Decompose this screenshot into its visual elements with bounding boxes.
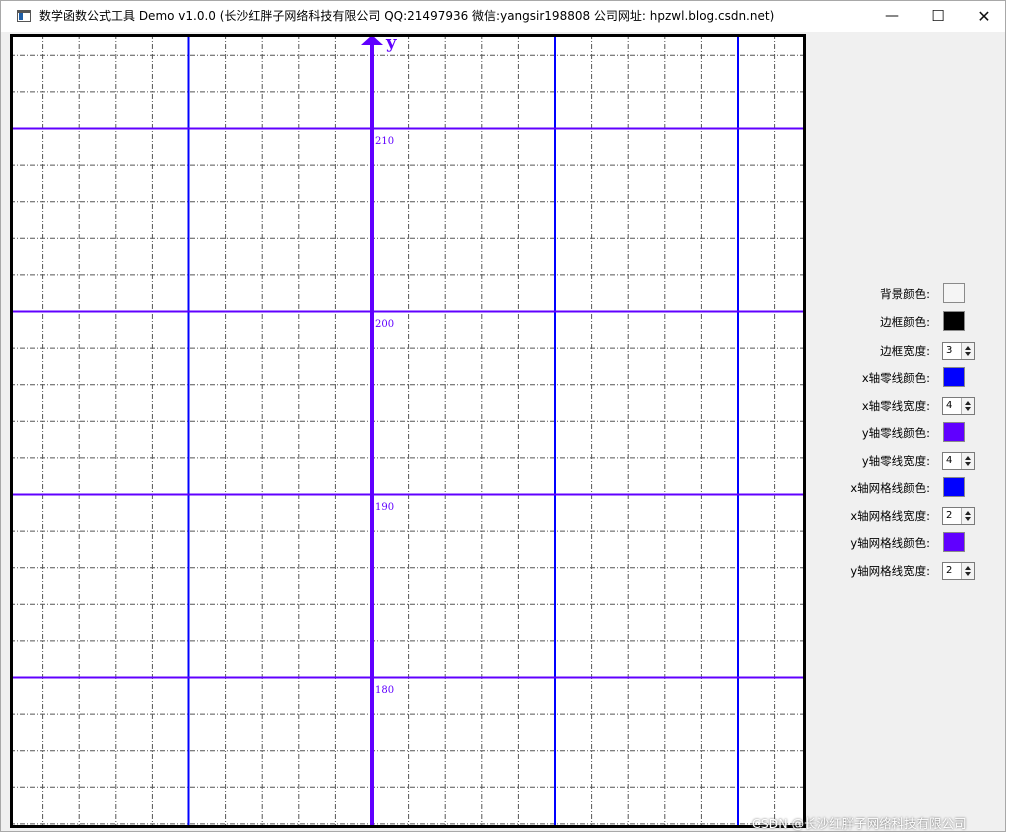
y-tick-label: 200 [375, 319, 394, 330]
y-tick-label: 190 [375, 502, 394, 513]
y-zero-width-value[interactable]: 4 [946, 453, 952, 469]
x-grid-width-value[interactable]: 2 [946, 508, 952, 524]
x-grid-color-label: x轴网格线颜色: [850, 481, 930, 495]
border-width-label: 边框宽度: [880, 344, 930, 358]
spin-arrows[interactable] [961, 453, 974, 469]
spin-down-icon[interactable] [965, 352, 971, 356]
spin-up-icon[interactable] [965, 401, 971, 405]
spin-arrows[interactable] [961, 563, 974, 579]
spin-down-icon[interactable] [965, 407, 971, 411]
y-zero-color-row: y轴零线颜色: [821, 422, 1001, 444]
app-window: 数学函数公式工具 Demo v1.0.0 (长沙红胖子网络科技有限公司 QQ:2… [0, 0, 1006, 832]
y-zero-width-spinbox[interactable]: 4 [942, 452, 975, 470]
watermark: CSDN @长沙红胖子网络科技有限公司 [752, 816, 967, 831]
border-width-spinbox[interactable]: 3 [942, 342, 975, 360]
spin-up-icon[interactable] [965, 346, 971, 350]
x-zero-color-button[interactable] [943, 367, 965, 387]
y-zero-width-row: y轴零线宽度: 4 [821, 450, 1001, 472]
spin-down-icon[interactable] [965, 517, 971, 521]
background-color-label: 背景颜色: [880, 287, 930, 301]
x-zero-width-row: x轴零线宽度: 4 [821, 395, 1001, 417]
spin-down-icon[interactable] [965, 462, 971, 466]
spin-down-icon[interactable] [965, 572, 971, 576]
x-zero-width-value[interactable]: 4 [946, 398, 952, 414]
spin-up-icon[interactable] [965, 566, 971, 570]
maximize-button[interactable]: ☐ [915, 1, 961, 32]
x-grid-color-button[interactable] [943, 477, 965, 497]
y-grid-width-value[interactable]: 2 [946, 563, 952, 579]
x-zero-width-spinbox[interactable]: 4 [942, 397, 975, 415]
plot-background [10, 34, 806, 828]
x-grid-width-spinbox[interactable]: 2 [942, 507, 975, 525]
title-bar[interactable]: 数学函数公式工具 Demo v1.0.0 (长沙红胖子网络科技有限公司 QQ:2… [1, 1, 1005, 32]
spin-up-icon[interactable] [965, 511, 971, 515]
y-grid-color-button[interactable] [943, 532, 965, 552]
x-zero-color-row: x轴零线颜色: [821, 367, 1001, 389]
x-zero-color-label: x轴零线颜色: [861, 371, 930, 385]
border-width-value[interactable]: 3 [946, 343, 952, 359]
border-color-label: 边框颜色: [880, 315, 930, 329]
x-zero-width-label: x轴零线宽度: [861, 399, 930, 413]
y-grid-width-row: y轴网格线宽度: 2 [821, 560, 1001, 582]
app-window-icon [17, 10, 31, 22]
y-grid-color-row: y轴网格线颜色: [821, 532, 1001, 554]
background-color-row: 背景颜色: [821, 283, 1001, 305]
y-zero-color-button[interactable] [943, 422, 965, 442]
spin-up-icon[interactable] [965, 456, 971, 460]
function-plot-canvas[interactable]: y 210 200 190 180 [10, 34, 806, 828]
border-color-button[interactable] [943, 311, 965, 331]
minimize-button[interactable]: — [869, 1, 915, 32]
border-width-row: 边框宽度: 3 [821, 340, 1001, 362]
x-grid-width-row: x轴网格线宽度: 2 [821, 505, 1001, 527]
x-grid-color-row: x轴网格线颜色: [821, 477, 1001, 499]
x-grid-width-label: x轴网格线宽度: [850, 509, 930, 523]
y-grid-width-spinbox[interactable]: 2 [942, 562, 975, 580]
y-tick-label: 180 [375, 685, 394, 696]
y-grid-color-label: y轴网格线颜色: [850, 536, 930, 550]
spin-arrows[interactable] [961, 398, 974, 414]
y-zero-color-label: y轴零线颜色: [861, 426, 930, 440]
background-color-button[interactable] [943, 283, 965, 303]
spin-arrows[interactable] [961, 343, 974, 359]
y-zero-width-label: y轴零线宽度: [861, 454, 930, 468]
close-button[interactable]: ✕ [961, 1, 1007, 32]
y-grid-width-label: y轴网格线宽度: [850, 564, 930, 578]
border-color-row: 边框颜色: [821, 311, 1001, 333]
spin-arrows[interactable] [961, 508, 974, 524]
y-tick-label: 210 [375, 136, 394, 147]
window-title: 数学函数公式工具 Demo v1.0.0 (长沙红胖子网络科技有限公司 QQ:2… [39, 9, 775, 23]
